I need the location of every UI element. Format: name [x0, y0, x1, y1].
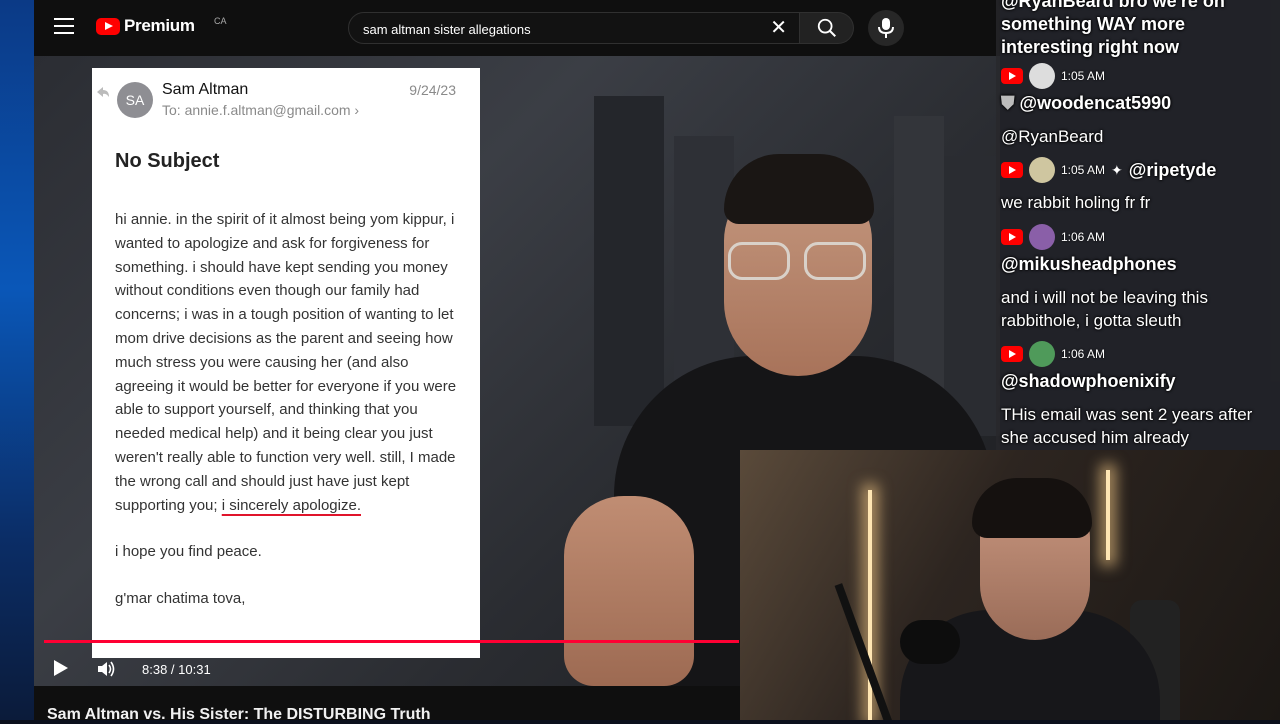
video-title: Sam Altman vs. His Sister: The DISTURBIN…: [47, 706, 431, 723]
chat-top-line-3: interesting right now: [1001, 37, 1179, 57]
email-apology: i sincerely apologize.: [221, 496, 361, 514]
logo-country: CA: [214, 16, 227, 26]
shield-icon: ⛊: [1001, 93, 1015, 113]
chat-message: we rabbit holing fr fr: [1001, 193, 1151, 212]
microphone: [900, 620, 960, 664]
mic-arm: [834, 583, 894, 720]
chat-meta: 1:06 AM: [1001, 341, 1106, 367]
microphone-icon: [878, 18, 894, 38]
email-body: hi annie. in the spirit of it almost bei…: [115, 208, 465, 611]
chat-time: 1:05 AM: [1061, 69, 1106, 83]
chat-username: @shadowphoenixify: [1001, 371, 1176, 391]
logo-text: Premium: [124, 16, 195, 35]
streamer-hair: [972, 478, 1092, 538]
volume-icon[interactable]: [96, 659, 116, 679]
avatar: [1029, 341, 1055, 367]
email-date: 9/24/23: [409, 82, 456, 98]
chat-time: 1:06 AM: [1061, 347, 1106, 361]
email-screenshot: SA Sam Altman To: annie.f.altman@gmail.c…: [92, 68, 480, 658]
youtube-logo[interactable]: Premium CA: [96, 16, 227, 36]
time-display: 8:38 / 10:31: [142, 662, 211, 677]
youtube-badge-icon: [1001, 68, 1023, 84]
search-box: ✕: [348, 12, 800, 45]
chevron-right-icon: ›: [354, 102, 360, 118]
live-chat-overlay: @RyanBeard bro we're on something WAY mo…: [996, 0, 1280, 450]
streamer-webcam: [740, 450, 1280, 720]
reply-icon: [97, 87, 109, 97]
voice-search-button[interactable]: [868, 10, 904, 46]
youtube-badge-icon: [1001, 346, 1023, 362]
top-bar: Premium CA ✕: [34, 0, 1000, 56]
chat-time: 1:05 AM: [1061, 163, 1106, 177]
email-paragraph: hi annie. in the spirit of it almost bei…: [115, 211, 457, 514]
chat-meta: 1:06 AM: [1001, 224, 1106, 250]
close-icon[interactable]: ✕: [770, 18, 787, 38]
chat-top-line-1: @RyanBeard bro we're on: [1001, 0, 1225, 11]
youtube-play-icon: [96, 17, 120, 35]
avatar: [1029, 157, 1055, 183]
chat-top-line-2: something WAY more: [1001, 14, 1186, 34]
sender-avatar: SA: [117, 82, 153, 118]
youtube-badge-icon: [1001, 229, 1023, 245]
progress-bar[interactable]: [44, 640, 740, 643]
chat-time: 1:06 AM: [1061, 230, 1106, 244]
email-signoff: g'mar chatima tova,: [115, 590, 246, 608]
search-input[interactable]: [361, 13, 755, 45]
chat-message: @RyanBeard: [1001, 127, 1104, 146]
search-icon: [817, 18, 836, 37]
avatar: [1029, 224, 1055, 250]
chat-username: @ripetyde: [1128, 159, 1217, 180]
email-body-text: hi annie. in the spirit of it almost bei…: [115, 208, 465, 517]
chat-username: @mikusheadphones: [1001, 254, 1177, 274]
chat-meta: 1:05 AM ✦ @ripetyde: [1001, 157, 1217, 183]
email-recipient: To: annie.f.altman@gmail.com ›: [162, 102, 359, 118]
youtube-badge-icon: [1001, 162, 1023, 178]
chat-message: THis email was sent 2 years after she ac…: [1001, 405, 1253, 447]
chat-username-text: @woodencat5990: [1019, 93, 1172, 113]
email-sender: Sam Altman: [162, 81, 249, 98]
chat-username: ⛊ @woodencat5990: [1001, 93, 1171, 114]
chat-message-top: @RyanBeard bro we're on something WAY mo…: [1001, 0, 1279, 59]
led-light: [1106, 470, 1110, 560]
email-peace-line: i hope you find peace.: [115, 543, 262, 561]
chat-meta: 1:05 AM: [1001, 63, 1106, 89]
presenter-glasses: [724, 242, 874, 282]
play-icon[interactable]: [54, 660, 68, 676]
chat-message: and i will not be leaving this rabbithol…: [1001, 288, 1208, 330]
menu-icon[interactable]: [54, 18, 74, 34]
presenter-hair: [724, 154, 874, 224]
email-recipient-text: To: annie.f.altman@gmail.com: [162, 102, 351, 118]
desktop-background: [0, 0, 34, 720]
email-subject: No Subject: [115, 150, 220, 172]
avatar: [1029, 63, 1055, 89]
moderator-icon: ✦: [1111, 161, 1123, 178]
search-button[interactable]: [800, 12, 854, 44]
